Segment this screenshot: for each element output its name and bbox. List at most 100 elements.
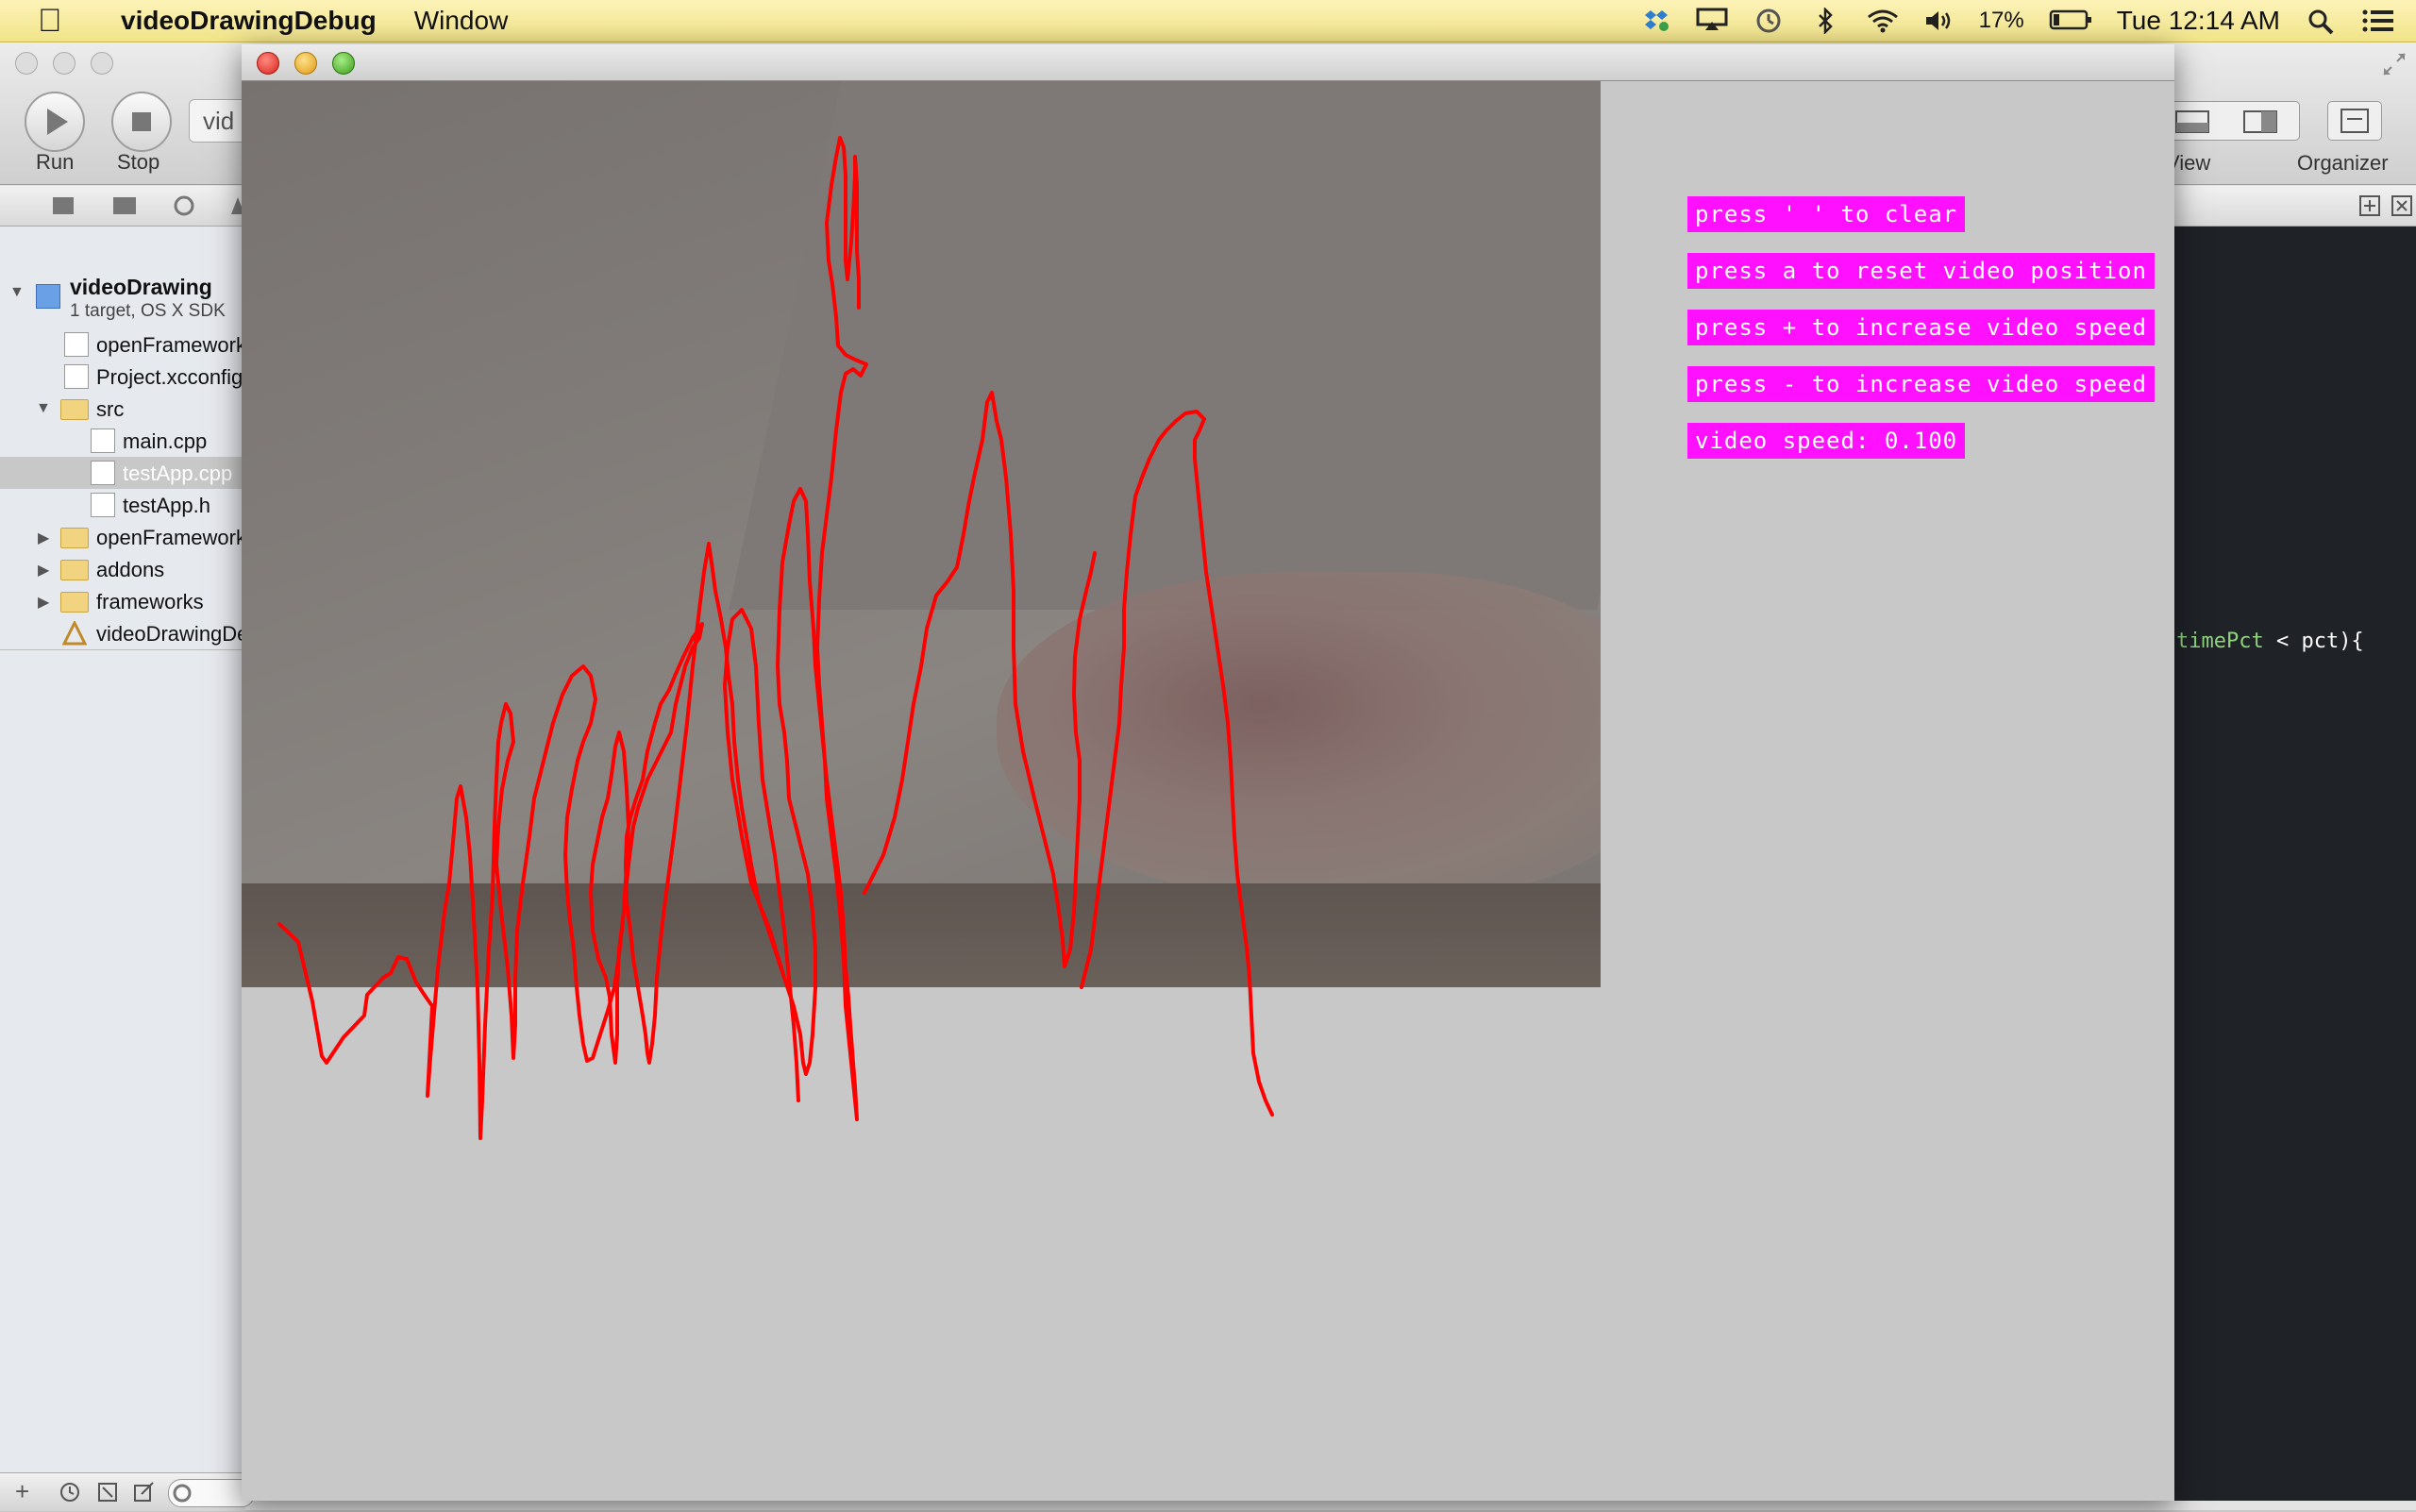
- cpp-file-icon: [91, 428, 115, 453]
- drawn-stroke-outer: [723, 608, 800, 1102]
- xcode-close-button[interactable]: [15, 52, 38, 75]
- view-panels-icon: [2175, 110, 2277, 133]
- zoom-button[interactable]: [332, 52, 355, 75]
- view-segmented-control[interactable]: [2166, 101, 2300, 141]
- organizer-button[interactable]: [2327, 101, 2382, 141]
- organizer-icon: [2340, 109, 2369, 133]
- disclosure-open-icon[interactable]: ▼: [9, 284, 25, 301]
- nav-item-addons[interactable]: ▶ addons: [0, 553, 245, 585]
- editor-jump-bar: [2171, 186, 2416, 227]
- nav-item-openframeworks-xcconfig[interactable]: openFrameworks: [0, 328, 245, 361]
- red-stroke-drawing: [277, 136, 1274, 1140]
- disclosure-closed-icon[interactable]: ▶: [38, 529, 49, 547]
- stop-button[interactable]: [111, 92, 172, 152]
- folder-icon: [60, 399, 89, 420]
- spotlight-icon[interactable]: [2305, 8, 2337, 35]
- close-editor-icon[interactable]: [2391, 195, 2412, 216]
- app-window: press ' ' to clear press a to reset vide…: [242, 44, 2174, 1501]
- recent-files-icon[interactable]: [59, 1481, 81, 1504]
- notification-center-icon[interactable]: [2361, 8, 2393, 34]
- navigator-selector-bar: [0, 186, 245, 227]
- nav-item-src[interactable]: ▼ src: [0, 393, 245, 425]
- project-navigator-icon[interactable]: [53, 197, 74, 214]
- close-button[interactable]: [257, 52, 279, 75]
- project-name: videoDrawing: [70, 275, 212, 299]
- edited-files-icon[interactable]: [132, 1481, 155, 1504]
- add-icon[interactable]: +: [15, 1477, 29, 1506]
- run-label: Run: [36, 150, 75, 174]
- xcode-minimize-button[interactable]: [53, 52, 76, 75]
- nav-item-main-cpp[interactable]: main.cpp: [0, 425, 245, 457]
- drawn-stroke-right: [1080, 410, 1274, 1117]
- source-control-filter-icon[interactable]: [96, 1481, 119, 1504]
- clock[interactable]: Tue 12:14 AM: [2117, 6, 2280, 36]
- nav-item-project-xcconfig[interactable]: Project.xcconfig: [0, 361, 245, 393]
- app-target-icon: [61, 619, 88, 646]
- bluetooth-icon[interactable]: [1809, 6, 1841, 36]
- stop-icon: [132, 112, 151, 131]
- nav-item-label: Project.xcconfig: [96, 365, 243, 389]
- battery-percentage: 17%: [1978, 8, 2024, 33]
- drawing-canvas[interactable]: press ' ' to clear press a to reset vide…: [242, 81, 2174, 1501]
- info-clear: press ' ' to clear: [1687, 196, 1966, 232]
- nav-item-testapp-cpp[interactable]: testApp.cpp: [0, 457, 245, 489]
- info-increase-speed: press + to increase video speed: [1687, 310, 2155, 345]
- volume-icon[interactable]: [1922, 8, 1955, 34]
- info-decrease-speed: press - to increase video speed: [1687, 366, 2155, 402]
- nav-item-testapp-h[interactable]: testApp.h: [0, 489, 245, 521]
- symbol-navigator-icon[interactable]: [113, 197, 136, 214]
- nav-item-openframeworks-group[interactable]: ▶ openFrameworks: [0, 521, 245, 553]
- folder-icon: [60, 528, 89, 548]
- search-navigator-icon[interactable]: [174, 195, 194, 216]
- nav-item-label: main.cpp: [123, 429, 208, 453]
- organizer-label: Organizer: [2297, 151, 2389, 175]
- code-editor[interactable]: [2171, 227, 2416, 1501]
- status-area: 17% Tue 12:14 AM: [1639, 0, 2393, 42]
- cpp-file-icon: [91, 461, 115, 485]
- code-rest: < pct){: [2263, 630, 2364, 653]
- project-subtitle: 1 target, OS X SDK: [70, 301, 226, 321]
- nav-item-label: frameworks: [96, 590, 204, 613]
- menu-bar:  videoDrawingDebug Window 17% Tue 12:14…: [0, 0, 2416, 42]
- nav-item-label: testApp.h: [123, 494, 210, 517]
- nav-item-label: openFrameworks: [96, 333, 245, 357]
- folder-icon: [60, 592, 89, 613]
- folder-icon: [60, 560, 89, 580]
- file-icon: [64, 332, 89, 357]
- wifi-icon[interactable]: [1866, 8, 1898, 34]
- drawn-stroke: [277, 136, 868, 1140]
- play-icon: [47, 109, 68, 135]
- fullscreen-icon[interactable]: [2380, 50, 2408, 83]
- code-identifier: timePct: [2176, 630, 2264, 653]
- project-navigator: ▼ videoDrawing 1 target, OS X SDK openFr…: [0, 227, 246, 1472]
- run-button[interactable]: [25, 92, 85, 152]
- add-editor-icon[interactable]: [2359, 195, 2380, 216]
- app-window-titlebar[interactable]: [242, 44, 2174, 81]
- project-icon: [36, 284, 60, 309]
- time-machine-icon[interactable]: [1753, 8, 1785, 34]
- airplay-icon[interactable]: [1696, 8, 1728, 34]
- drawn-stroke-tall: [863, 391, 1097, 968]
- disclosure-closed-icon[interactable]: ▶: [38, 593, 49, 612]
- navigator-filter-bar: +: [0, 1472, 255, 1511]
- apple-logo-icon[interactable]: : [38, 3, 76, 40]
- header-file-icon: [91, 493, 115, 517]
- config-file-icon: [64, 364, 89, 389]
- nav-item-frameworks[interactable]: ▶ frameworks: [0, 585, 245, 617]
- nav-item-label: src: [96, 397, 125, 421]
- nav-item-label: openFrameworks: [96, 526, 245, 549]
- info-reset-video: press a to reset video position: [1687, 253, 2155, 289]
- menu-window[interactable]: Window: [414, 6, 509, 36]
- battery-icon[interactable]: [2049, 8, 2092, 34]
- disclosure-open-icon[interactable]: ▼: [36, 400, 51, 417]
- xcode-zoom-button[interactable]: [91, 52, 113, 75]
- nav-item-label: testApp.cpp: [123, 462, 233, 485]
- stop-label: Stop: [117, 150, 160, 174]
- project-root[interactable]: ▼ videoDrawing 1 target, OS X SDK: [0, 271, 245, 328]
- nav-item-target[interactable]: videoDrawingDebug: [0, 617, 245, 650]
- dropbox-icon[interactable]: [1639, 8, 1671, 34]
- disclosure-closed-icon[interactable]: ▶: [38, 561, 49, 580]
- minimize-button[interactable]: [294, 52, 317, 75]
- app-menu[interactable]: videoDrawingDebug: [121, 6, 377, 36]
- filter-icon: [173, 1484, 192, 1503]
